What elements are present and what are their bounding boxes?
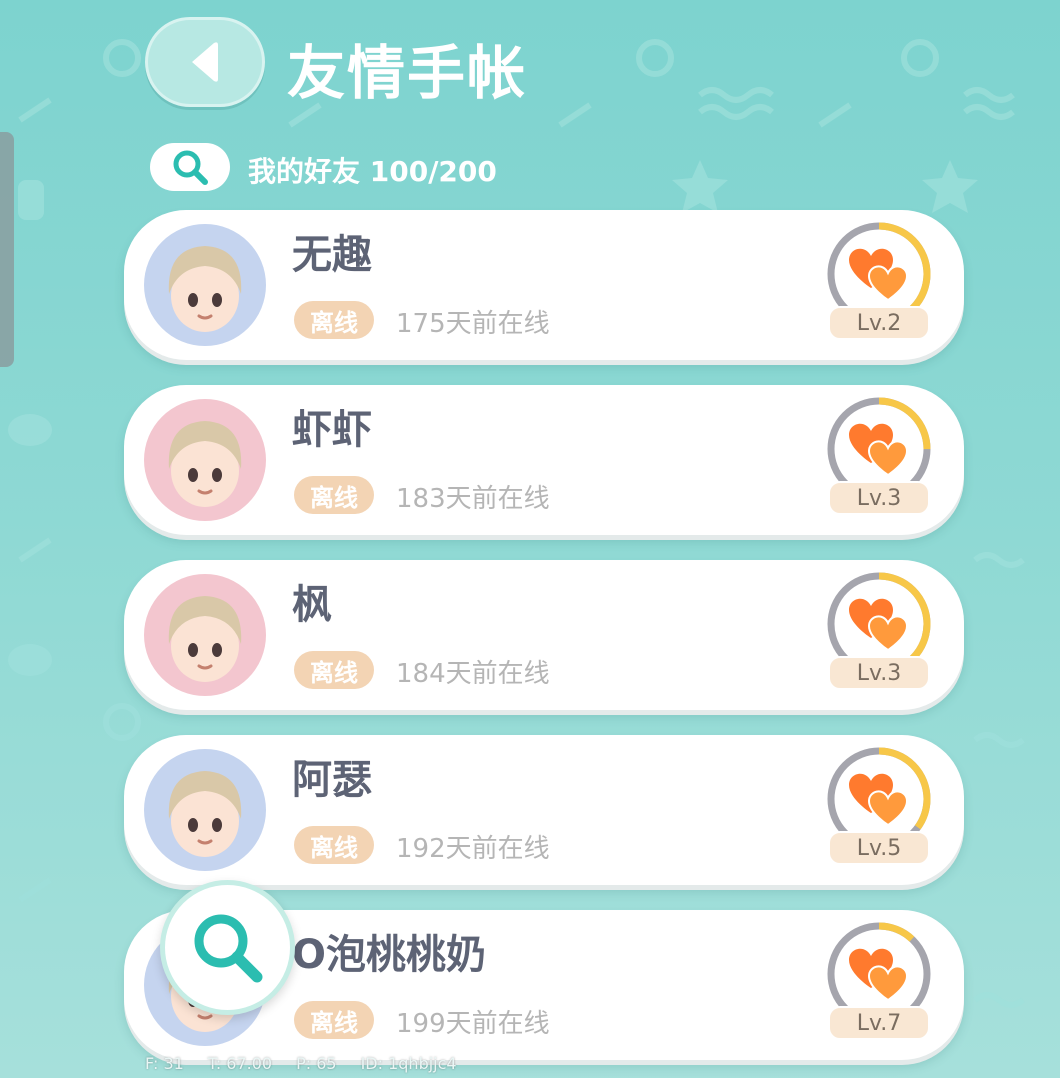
chevron-left-icon xyxy=(192,42,218,82)
page-title: 友情手帐 xyxy=(287,39,528,107)
friend-name: 阿瑟 xyxy=(292,757,372,803)
friend-card[interactable]: 阿瑟 离线 192天前在线 Lv.5 xyxy=(124,735,964,885)
level-label: Lv.2 xyxy=(828,306,930,340)
avatar-image xyxy=(144,749,266,871)
back-button[interactable] xyxy=(145,17,265,107)
status-badge: 离线 xyxy=(294,476,374,514)
avatar-image xyxy=(144,399,266,521)
friend-search-button[interactable] xyxy=(150,143,230,191)
avatar[interactable] xyxy=(144,399,266,521)
avatar-image xyxy=(144,574,266,696)
avatar[interactable] xyxy=(144,749,266,871)
floating-search-button[interactable] xyxy=(160,880,295,1015)
friendship-level-badge[interactable]: Lv.5 xyxy=(820,743,938,869)
friendship-level-badge[interactable]: Lv.3 xyxy=(820,393,938,519)
friend-name: O泡桃桃奶 xyxy=(292,932,487,978)
debug-time: T: 67.00 xyxy=(207,1054,273,1073)
debug-overlay: F: 31 T: 67.00 P: 65 ID: 1qhbjjc4 xyxy=(145,1054,457,1073)
debug-fps: F: 31 xyxy=(145,1054,184,1073)
search-icon xyxy=(173,150,208,185)
last-online-text: 192天前在线 xyxy=(396,834,550,864)
status-badge: 离线 xyxy=(294,651,374,689)
friend-count: 我的好友 100/200 xyxy=(248,155,497,188)
avatar[interactable] xyxy=(144,224,266,346)
friend-card[interactable]: 无趣 离线 175天前在线 Lv.2 xyxy=(124,210,964,360)
level-label: Lv.5 xyxy=(828,831,930,865)
friend-name: 无趣 xyxy=(292,232,372,278)
level-label: Lv.3 xyxy=(828,656,930,690)
last-online-text: 183天前在线 xyxy=(396,484,550,514)
last-online-text: 184天前在线 xyxy=(396,659,550,689)
friend-card[interactable]: 枫 离线 184天前在线 Lv.3 xyxy=(124,560,964,710)
avatar[interactable] xyxy=(144,574,266,696)
level-label: Lv.3 xyxy=(828,481,930,515)
status-badge: 离线 xyxy=(294,1001,374,1039)
debug-id: ID: 1qhbjjc4 xyxy=(360,1054,457,1073)
last-online-text: 175天前在线 xyxy=(396,309,550,339)
debug-ping: P: 65 xyxy=(296,1054,337,1073)
level-label: Lv.7 xyxy=(828,1006,930,1040)
friend-name: 枫 xyxy=(292,582,332,628)
status-badge: 离线 xyxy=(294,826,374,864)
friendship-level-badge[interactable]: Lv.2 xyxy=(820,218,938,344)
side-drawer-handle[interactable] xyxy=(0,132,14,367)
status-badge: 离线 xyxy=(294,301,374,339)
friendship-level-badge[interactable]: Lv.3 xyxy=(820,568,938,694)
last-online-text: 199天前在线 xyxy=(396,1009,550,1039)
search-icon xyxy=(194,914,262,982)
avatar-image xyxy=(144,224,266,346)
friend-card[interactable]: 虾虾 离线 183天前在线 Lv.3 xyxy=(124,385,964,535)
friend-name: 虾虾 xyxy=(292,407,372,453)
friendship-level-badge[interactable]: Lv.7 xyxy=(820,918,938,1044)
